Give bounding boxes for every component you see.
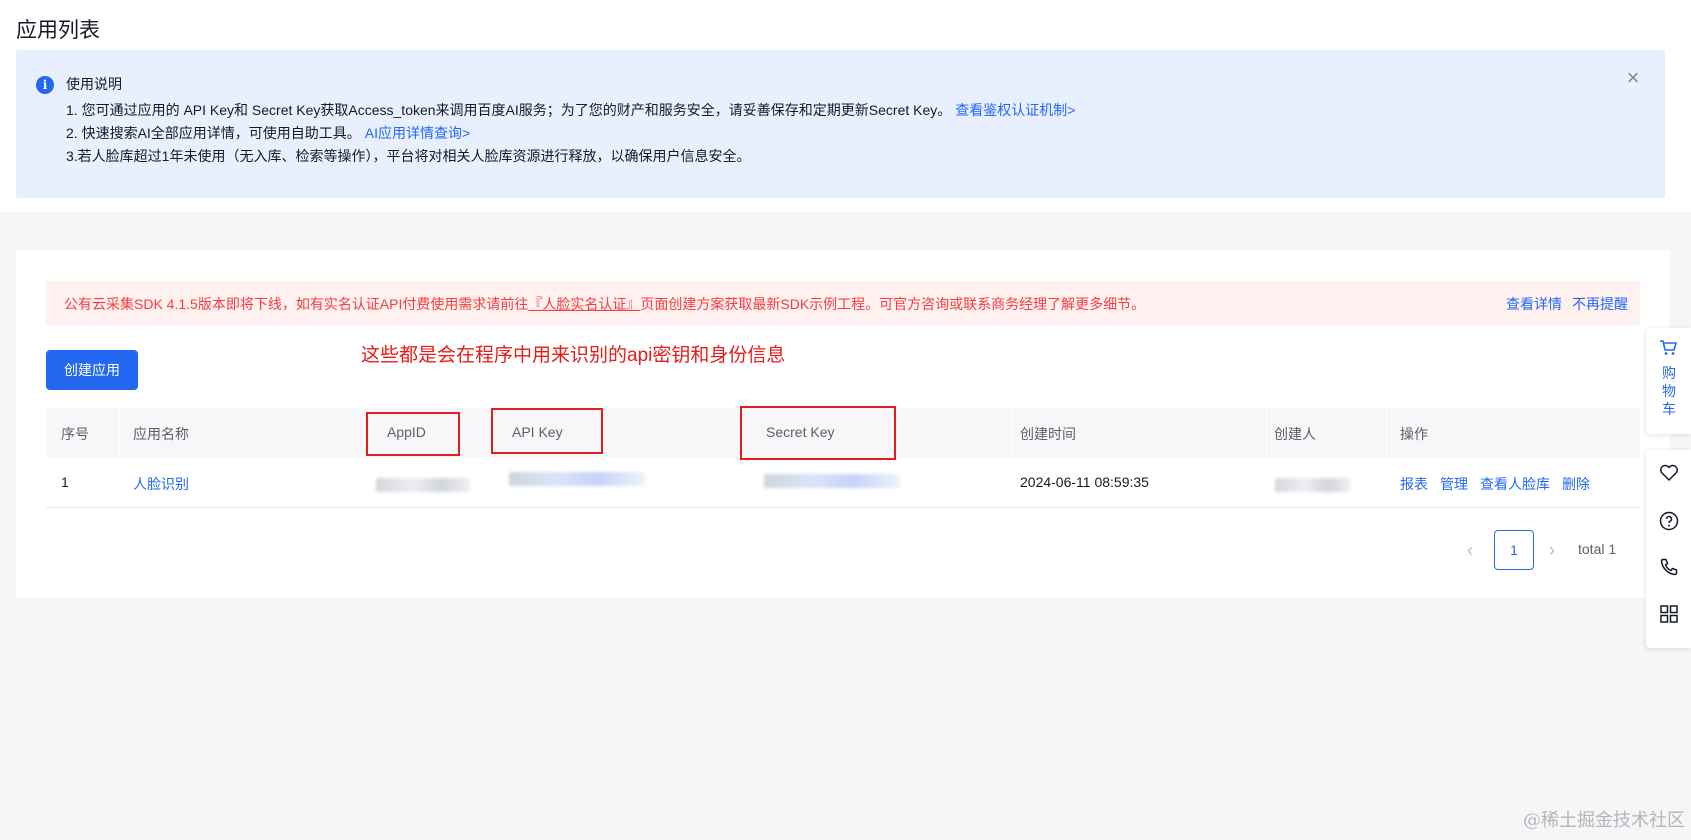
watermark: @稀土掘金技术社区 bbox=[1523, 810, 1685, 831]
header-creator: 创建人 bbox=[1274, 426, 1316, 442]
page-1-button[interactable]: 1 bbox=[1494, 530, 1534, 570]
cart-icon bbox=[1660, 340, 1677, 355]
total-count: total 1 bbox=[1578, 541, 1617, 557]
row-index: 1 bbox=[61, 474, 69, 490]
notice-title: 使用说明 bbox=[66, 76, 122, 92]
secret-key-highlight-box bbox=[740, 406, 896, 460]
warning-text: 公有云采集SDK 4.1.5版本即将下线，如有实名认证API付费使用需求请前往『… bbox=[64, 294, 1145, 314]
face-verification-link[interactable]: 『人脸实名认证』 bbox=[528, 296, 640, 312]
secret-key-redacted bbox=[764, 474, 900, 488]
warning-text-after: 页面创建方案获取最新SDK示例工程。可官方咨询或联系商务经理了解更多细节。 bbox=[640, 296, 1146, 312]
column-divider bbox=[1012, 408, 1013, 458]
usage-notice: i 使用说明 1. 您可通过应用的 API Key和 Secret Key获取A… bbox=[16, 50, 1665, 198]
header-app-name: 应用名称 bbox=[133, 426, 189, 442]
column-divider bbox=[1386, 408, 1387, 458]
warning-actions: 查看详情 不再提醒 bbox=[1496, 294, 1628, 314]
shopping-cart-button[interactable]: 购物车 bbox=[1646, 328, 1691, 434]
header-index: 序号 bbox=[61, 426, 89, 442]
column-divider bbox=[119, 408, 120, 458]
prev-page-icon[interactable]: ‹ bbox=[1460, 540, 1480, 560]
dismiss-link[interactable]: 不再提醒 bbox=[1572, 296, 1628, 312]
row-operations: 报表 管理 查看人脸库 删除 bbox=[1400, 474, 1602, 494]
page-title: 应用列表 bbox=[16, 19, 100, 42]
cart-label: 购物车 bbox=[1662, 365, 1676, 417]
close-icon[interactable]: × bbox=[1623, 67, 1643, 89]
header-panel: 应用列表 i 使用说明 1. 您可通过应用的 API Key和 Secret K… bbox=[0, 0, 1691, 212]
api-key-redacted bbox=[509, 472, 645, 486]
info-icon: i bbox=[36, 76, 54, 94]
heart-message-icon[interactable] bbox=[1658, 462, 1680, 484]
created-time: 2024-06-11 08:59:35 bbox=[1020, 474, 1149, 490]
creator-redacted bbox=[1275, 478, 1351, 492]
view-face-library-link[interactable]: 查看人脸库 bbox=[1480, 476, 1550, 492]
notice-line-1-text: 1. 您可通过应用的 API Key和 Secret Key获取Access_t… bbox=[66, 102, 952, 118]
manage-link[interactable]: 管理 bbox=[1440, 476, 1468, 492]
grid-icon[interactable] bbox=[1658, 603, 1680, 625]
next-page-icon[interactable]: › bbox=[1542, 540, 1562, 560]
delete-link[interactable]: 删除 bbox=[1562, 476, 1590, 492]
warning-text-before: 公有云采集SDK 4.1.5版本即将下线，如有实名认证API付费使用需求请前往 bbox=[64, 296, 529, 312]
phone-icon[interactable] bbox=[1658, 556, 1680, 578]
notice-line-1: 1. 您可通过应用的 API Key和 Secret Key获取Access_t… bbox=[66, 100, 1075, 120]
sdk-warning-bar: 公有云采集SDK 4.1.5版本即将下线，如有实名认证API付费使用需求请前往『… bbox=[46, 281, 1640, 325]
column-divider bbox=[1266, 408, 1267, 458]
app-name-link[interactable]: 人脸识别 bbox=[133, 474, 189, 494]
notice-line-2-text: 2. 快速搜索AI全部应用详情，可使用自助工具。 bbox=[66, 125, 361, 141]
header-created-time: 创建时间 bbox=[1020, 426, 1076, 442]
auth-mechanism-link[interactable]: 查看鉴权认证机制> bbox=[955, 102, 1075, 118]
header-operations: 操作 bbox=[1400, 426, 1428, 442]
notice-line-2: 2. 快速搜索AI全部应用详情，可使用自助工具。 AI应用详情查询> bbox=[66, 123, 470, 143]
pagination: ‹ 1 › total 1 bbox=[1460, 530, 1640, 570]
table-row: 1 人脸识别 2024-06-11 08:59:35 报表 管理 查看人脸库 删除 bbox=[46, 458, 1640, 508]
api-key-highlight-box bbox=[491, 408, 603, 454]
tool-sidebar bbox=[1646, 450, 1691, 648]
appid-redacted bbox=[376, 478, 470, 492]
notice-line-3: 3.若人脸库超过1年未使用（无入库、检索等操作），平台将对相关人脸库资源进行释放… bbox=[66, 148, 751, 164]
appid-highlight-box bbox=[366, 412, 460, 456]
create-app-button[interactable]: 创建应用 bbox=[46, 350, 138, 390]
app-list-card: 公有云采集SDK 4.1.5版本即将下线，如有实名认证API付费使用需求请前往『… bbox=[16, 250, 1670, 598]
annotation-text: 这些都是会在程序中用来识别的api密钥和身份信息 bbox=[361, 345, 786, 366]
view-details-link[interactable]: 查看详情 bbox=[1506, 296, 1562, 312]
help-icon[interactable] bbox=[1658, 510, 1680, 532]
app-details-query-link[interactable]: AI应用详情查询> bbox=[365, 125, 470, 141]
report-link[interactable]: 报表 bbox=[1400, 476, 1428, 492]
